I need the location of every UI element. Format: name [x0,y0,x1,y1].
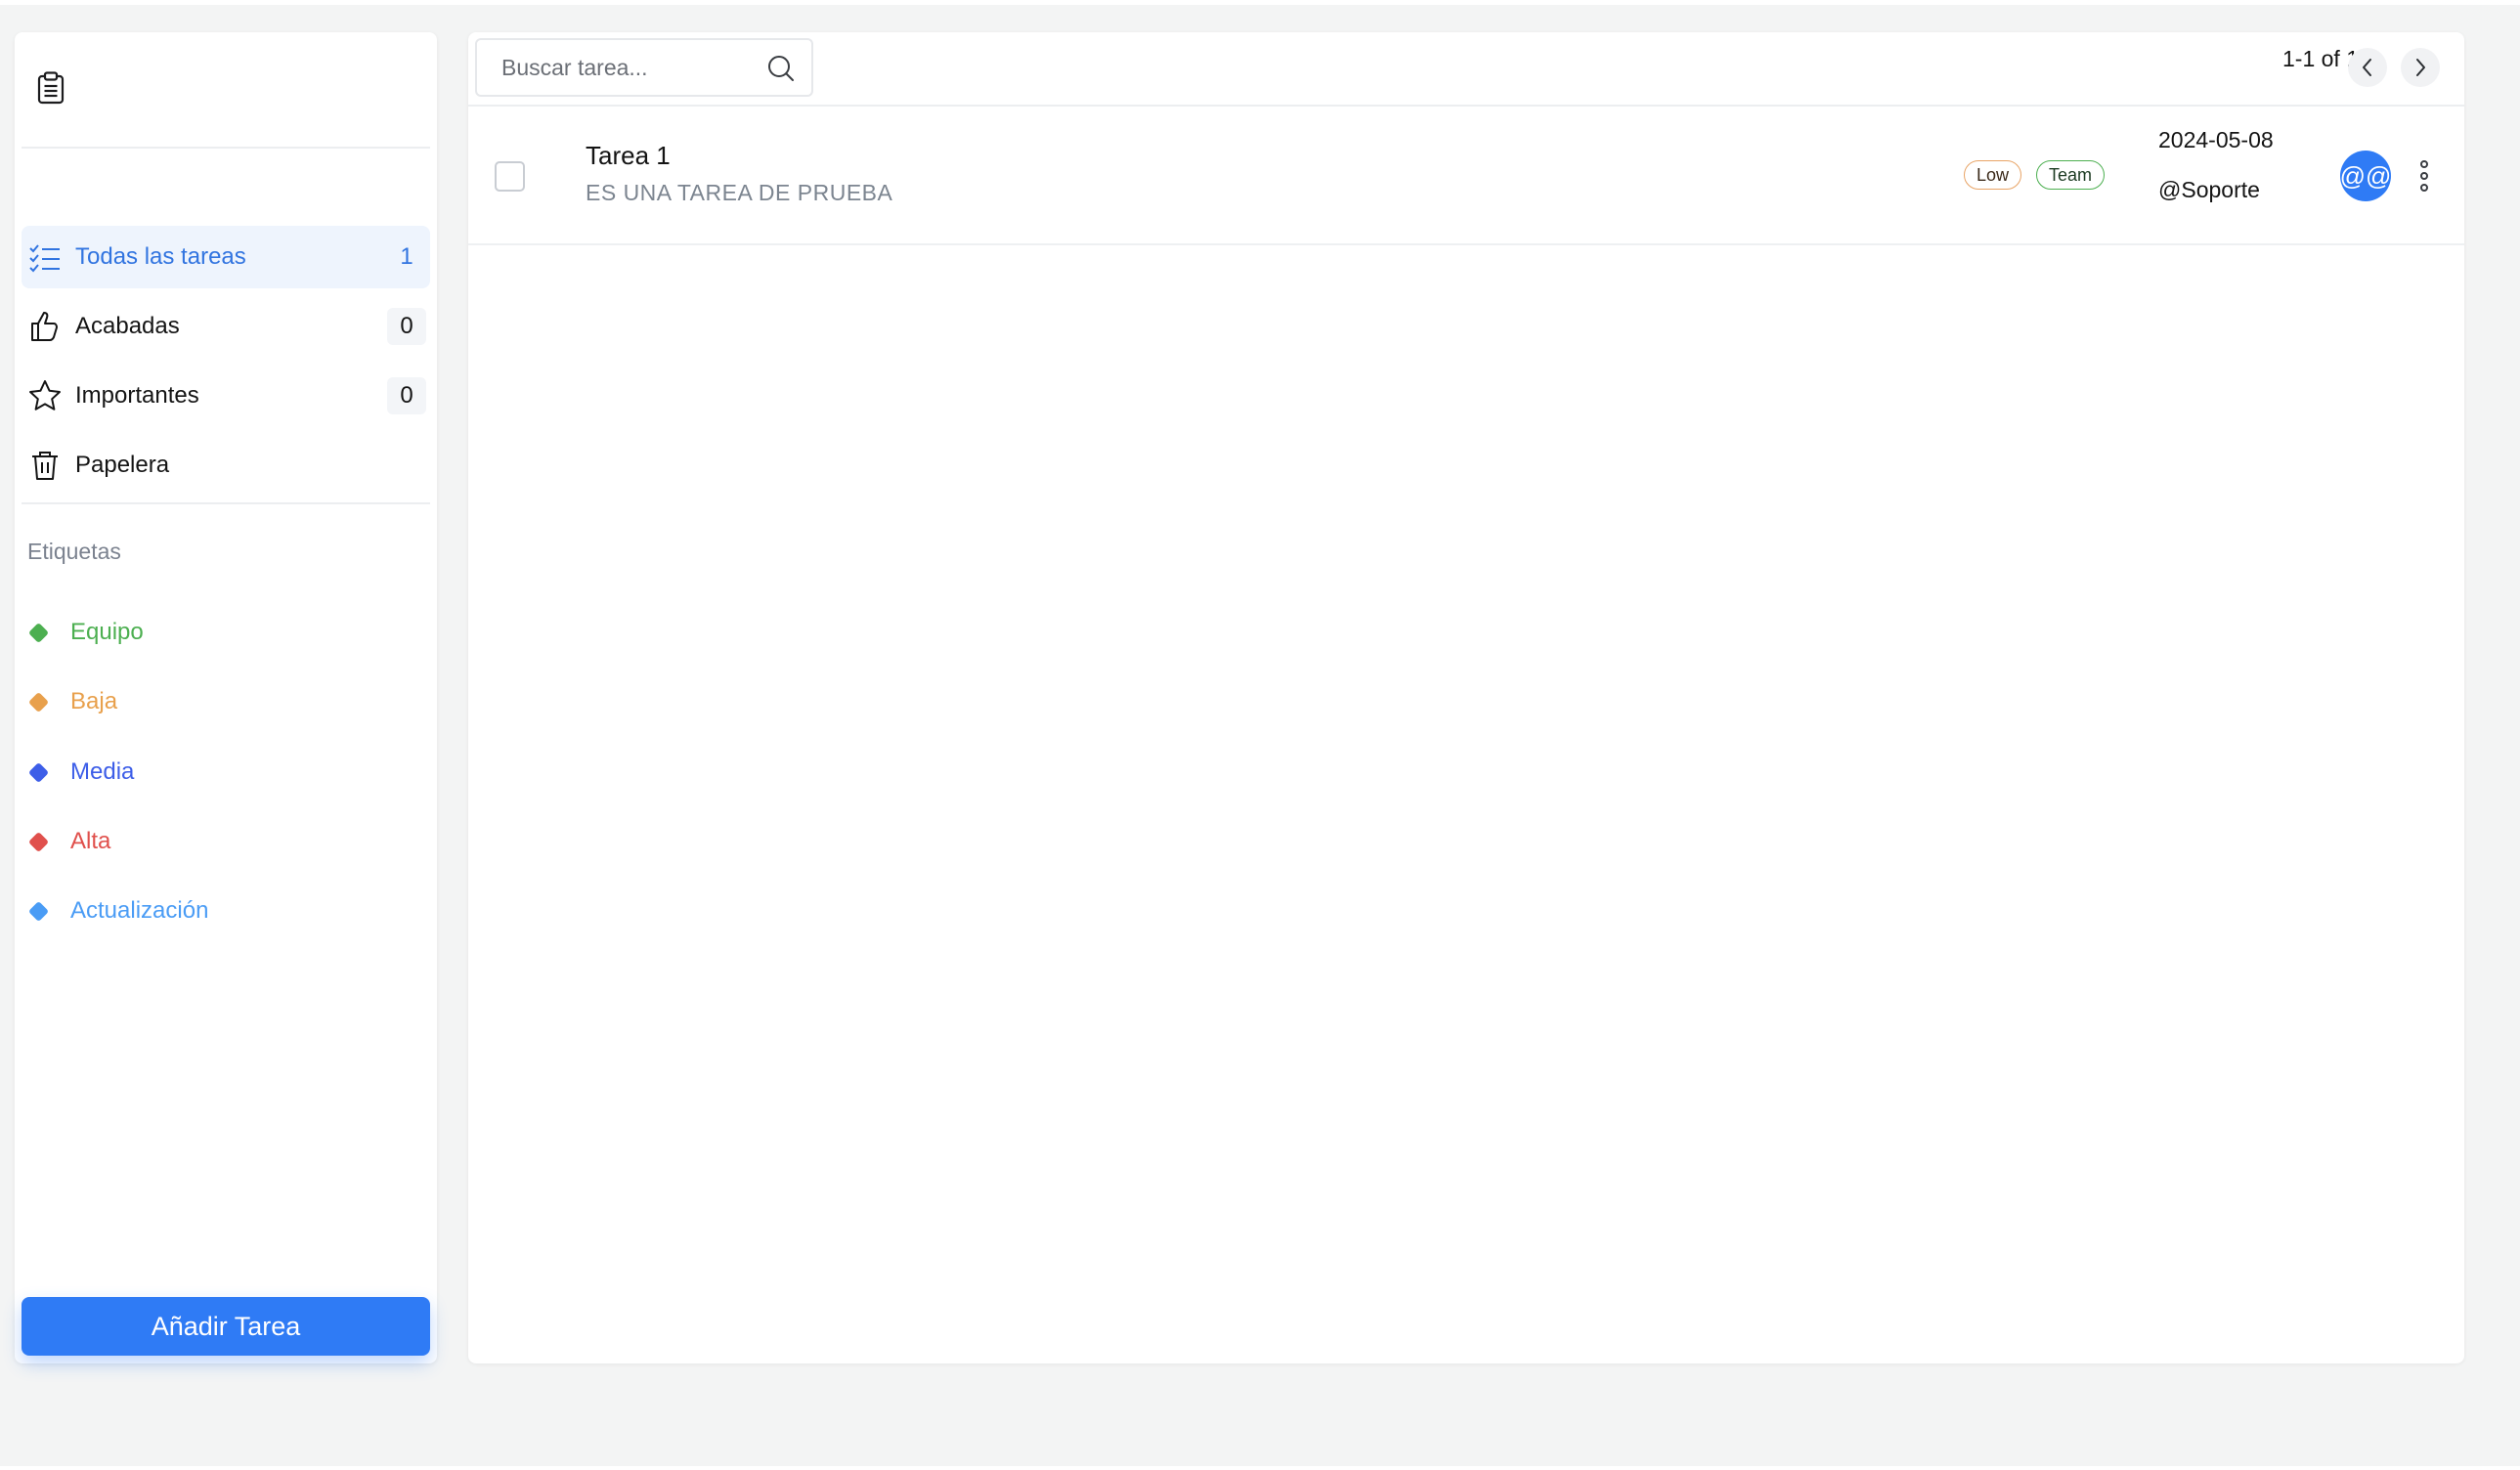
toolbar: 1-1 of 1 [468,32,2464,107]
search-input[interactable] [477,40,751,95]
sidebar: Todas las tareas 1 Acabadas 0 Importante… [15,32,437,1363]
label-item-baja[interactable]: Baja [22,678,117,725]
label-dot [27,622,50,643]
sidebar-item-finished[interactable]: Acabadas 0 [22,295,430,358]
more-options-icon[interactable] [2414,157,2434,195]
star-icon [29,380,61,411]
count-badge: 1 [400,243,413,270]
labels-heading: Etiquetas [27,539,121,564]
chevron-right-icon [2416,59,2425,76]
next-page-button[interactable] [2401,48,2440,87]
previous-page-button[interactable] [2348,48,2387,87]
avatar[interactable]: @@ [2340,151,2391,201]
tag-chip[interactable]: Team [2036,160,2106,190]
label-dot [27,831,50,852]
divider [22,147,430,149]
label-dot [27,691,50,713]
task-assignee: @Soporte [2158,177,2260,202]
task-checkbox[interactable] [495,161,525,192]
chevron-left-icon [2363,59,2371,76]
label-dot [27,761,50,783]
sidebar-item-trash[interactable]: Papelera [22,434,430,497]
count-badge: 0 [387,308,426,345]
label-dot [27,900,50,922]
count-badge: 0 [387,377,426,414]
task-description: ES UNA TAREA DE PRUEBA [586,180,893,205]
label-text: Actualización [70,897,209,924]
label-text: Media [70,758,135,785]
divider [22,502,430,504]
sidebar-item-all-tasks[interactable]: Todas las tareas 1 [22,226,430,288]
label-item-actualizacion[interactable]: Actualización [22,887,208,934]
sidebar-item-label: Acabadas [75,313,180,339]
sidebar-item-label: Todas las tareas [75,243,246,270]
tag-chip[interactable]: Low [1964,160,2022,190]
label-item-equipo[interactable]: Equipo [22,609,144,656]
label-text: Alta [70,828,111,854]
thumbs-up-icon [31,312,58,341]
trash-icon [32,452,58,480]
task-row[interactable]: Tarea 1 ES UNA TAREA DE PRUEBA Low Team … [468,107,2464,245]
list-check-icon [29,244,60,273]
search-box [475,38,813,97]
task-date: 2024-05-08 [2158,127,2274,152]
sidebar-item-label: Papelera [75,452,170,478]
sidebar-item-label: Importantes [75,382,199,409]
sidebar-item-important[interactable]: Importantes 0 [22,365,430,427]
clipboard-icon[interactable] [36,71,65,105]
label-item-alta[interactable]: Alta [22,818,110,865]
label-item-media[interactable]: Media [22,749,134,796]
bottom-strip [0,1466,2520,1470]
add-task-button[interactable]: Añadir Tarea [22,1297,430,1356]
label-text: Equipo [70,619,144,645]
top-strip [0,0,2520,5]
task-title: Tarea 1 [586,141,671,170]
label-text: Baja [70,688,118,714]
task-panel: 1-1 of 1 Tarea 1 ES UNA TAREA DE PRUEBA … [468,32,2464,1363]
search-icon[interactable] [766,54,796,83]
